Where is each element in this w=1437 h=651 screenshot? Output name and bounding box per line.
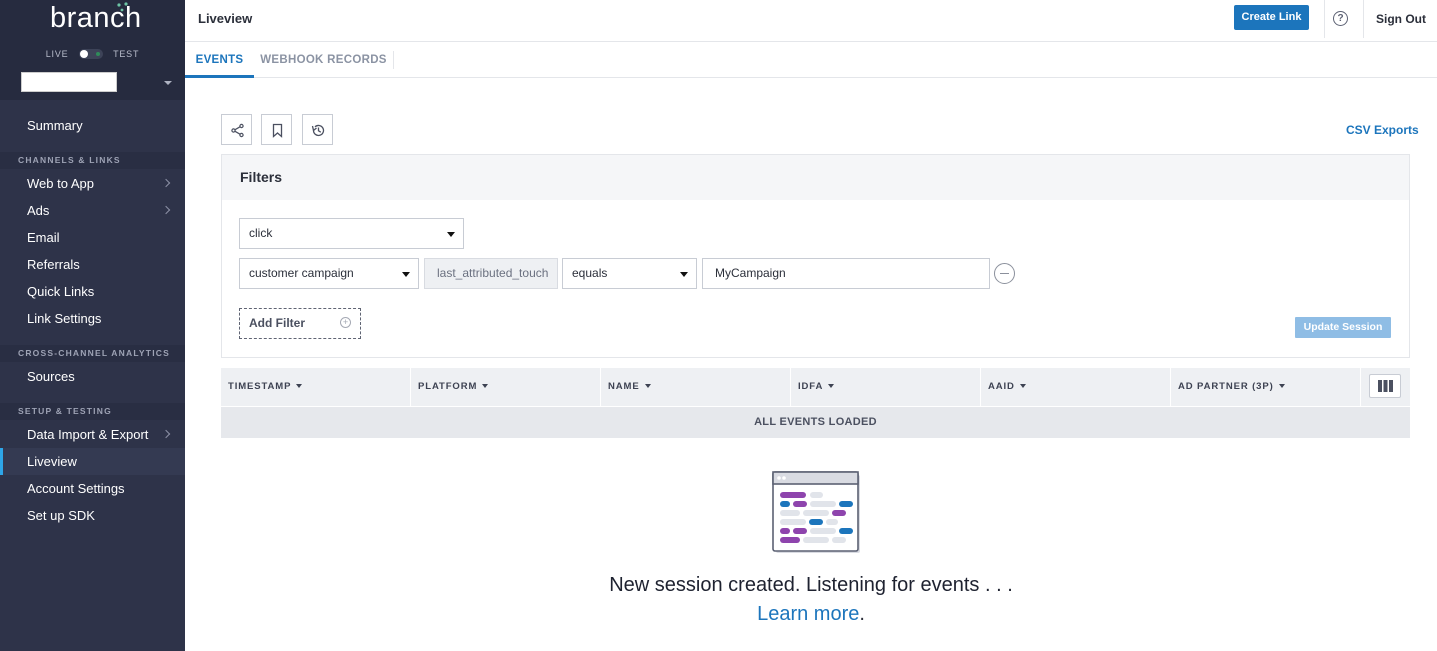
page-title: Liveview xyxy=(198,11,253,26)
column-aaid[interactable]: AAID xyxy=(981,368,1171,406)
sidebar-item-setup-sdk[interactable]: Set up SDK xyxy=(0,502,185,529)
empty-list-illustration xyxy=(772,471,860,553)
history-icon xyxy=(311,124,325,137)
caret-down-icon xyxy=(402,272,410,277)
section-setup-testing: SETUP & TESTING xyxy=(0,403,185,420)
column-name[interactable]: NAME xyxy=(601,368,791,406)
column-platform[interactable]: PLATFORM xyxy=(411,368,601,406)
events-loaded-status: ALL EVENTS LOADED xyxy=(221,407,1410,438)
columns-icon xyxy=(1378,380,1393,392)
filter-attribute-select[interactable]: customer campaign xyxy=(239,258,419,289)
csv-exports-link[interactable]: CSV Exports xyxy=(1346,123,1419,137)
sign-out-link[interactable]: Sign Out xyxy=(1376,12,1426,26)
sort-caret-icon xyxy=(1278,384,1285,389)
section-channels-links: CHANNELS & LINKS xyxy=(0,152,185,169)
sort-caret-icon xyxy=(482,384,489,389)
filter-operator-select[interactable]: equals xyxy=(562,258,697,289)
column-settings-button[interactable] xyxy=(1369,374,1401,398)
sort-caret-icon xyxy=(644,384,651,389)
leaf-icon xyxy=(117,2,128,12)
create-link-button[interactable]: Create Link xyxy=(1234,5,1309,30)
env-toggle[interactable] xyxy=(78,48,103,59)
chevron-right-icon xyxy=(161,178,171,188)
app-selector[interactable] xyxy=(21,72,117,92)
filters-title: Filters xyxy=(222,155,1409,200)
learn-more-line: Learn more. xyxy=(185,603,1437,626)
plus-circle-icon: + xyxy=(340,317,351,328)
help-button[interactable]: ? xyxy=(1324,0,1364,38)
env-test-label: TEST xyxy=(113,48,140,59)
empty-state-message: New session created. Listening for event… xyxy=(609,574,1013,596)
sidebar-item-summary[interactable]: Summary xyxy=(0,112,185,139)
add-filter-button[interactable]: Add Filter + xyxy=(239,308,361,339)
sidebar-item-email[interactable]: Email xyxy=(0,224,185,251)
sidebar-item-data-import-export[interactable]: Data Import & Export xyxy=(0,421,185,448)
filters-panel: Filters click customer campaign last_att… xyxy=(221,154,1410,358)
chevron-right-icon xyxy=(161,429,171,439)
sidebar-item-ads[interactable]: Ads xyxy=(0,197,185,224)
chevron-right-icon xyxy=(161,205,171,215)
column-idfa[interactable]: IDFA xyxy=(791,368,981,406)
app-selector-caret-icon[interactable] xyxy=(164,81,172,85)
tab-webhook-records[interactable]: WEBHOOK RECORDS xyxy=(254,51,394,69)
share-button[interactable] xyxy=(221,114,252,145)
caret-down-icon xyxy=(680,272,688,277)
sort-caret-icon xyxy=(828,384,835,389)
caret-down-icon xyxy=(447,232,455,237)
filter-value-input[interactable]: MyCampaign xyxy=(702,258,990,289)
sidebar-item-web-to-app[interactable]: Web to App xyxy=(0,170,185,197)
sort-caret-icon xyxy=(296,384,303,389)
column-ad-partner[interactable]: AD PARTNER (3P) xyxy=(1171,368,1361,406)
share-icon xyxy=(231,123,244,138)
column-timestamp[interactable]: TIMESTAMP xyxy=(221,368,411,406)
bookmark-icon xyxy=(272,123,283,138)
learn-more-period: . xyxy=(859,603,865,625)
tab-events[interactable]: EVENTS xyxy=(185,42,254,78)
event-type-select[interactable]: click xyxy=(239,218,464,249)
sort-caret-icon xyxy=(1019,384,1026,389)
section-cross-channel-analytics: CROSS-CHANNEL ANALYTICS xyxy=(0,345,185,362)
filter-key-field: last_attributed_touch xyxy=(424,258,558,289)
tab-bar: EVENTS WEBHOOK RECORDS xyxy=(185,42,1437,78)
env-live-label: LIVE xyxy=(45,48,69,59)
top-header: Liveview Create Link ? Sign Out xyxy=(185,0,1437,42)
sidebar-item-referrals[interactable]: Referrals xyxy=(0,251,185,278)
history-button[interactable] xyxy=(302,114,333,145)
sidebar-item-liveview[interactable]: Liveview xyxy=(0,448,185,475)
events-table-header: TIMESTAMP PLATFORM NAME IDFA AAID AD PAR… xyxy=(221,368,1410,406)
sidebar-item-sources[interactable]: Sources xyxy=(0,363,185,390)
update-session-button[interactable]: Update Session xyxy=(1295,317,1391,338)
sidebar: branch LIVE TEST Summary CHANNELS & LINK… xyxy=(0,0,185,651)
learn-more-link[interactable]: Learn more xyxy=(757,603,859,625)
sidebar-item-link-settings[interactable]: Link Settings xyxy=(0,305,185,332)
remove-filter-icon[interactable] xyxy=(994,263,1015,284)
env-toggle-row: LIVE TEST xyxy=(0,48,185,59)
help-icon: ? xyxy=(1333,11,1348,26)
bookmark-button[interactable] xyxy=(261,114,292,145)
sidebar-header: branch LIVE TEST xyxy=(0,0,185,100)
sidebar-item-account-settings[interactable]: Account Settings xyxy=(0,475,185,502)
sidebar-item-quick-links[interactable]: Quick Links xyxy=(0,278,185,305)
